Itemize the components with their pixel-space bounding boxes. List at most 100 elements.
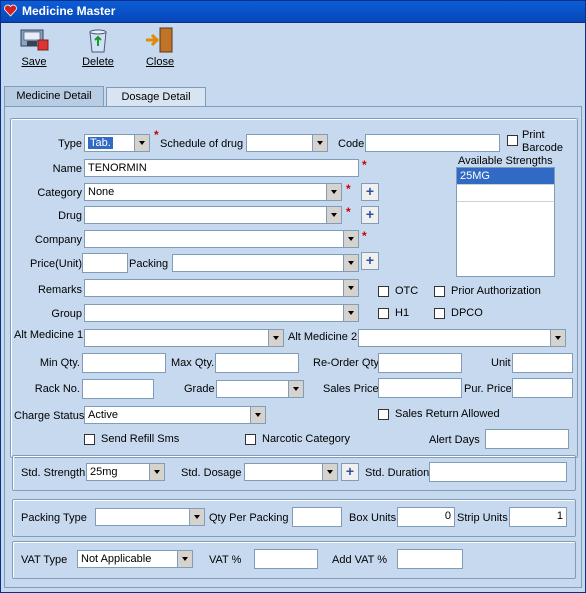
price-label: Price(Unit) bbox=[30, 258, 82, 270]
chevron-down-icon bbox=[550, 330, 565, 346]
charge-status-select[interactable]: Active bbox=[84, 406, 266, 424]
std-dosage-label: Std. Dosage bbox=[181, 467, 242, 479]
code-label: Code bbox=[338, 138, 365, 150]
close-label: Close bbox=[145, 56, 175, 68]
delete-button[interactable]: Delete bbox=[72, 26, 124, 74]
unit-input[interactable] bbox=[512, 353, 573, 373]
name-label: Name bbox=[52, 163, 82, 175]
alt-medicine2-select[interactable] bbox=[358, 329, 566, 347]
required-star: * bbox=[362, 158, 367, 172]
drug-select[interactable] bbox=[84, 206, 342, 224]
add-dosage-button[interactable]: + bbox=[341, 463, 359, 481]
print-barcode-label-line1: Print bbox=[522, 129, 545, 141]
chevron-down-icon bbox=[134, 135, 149, 151]
packing-select[interactable] bbox=[172, 254, 359, 272]
list-item[interactable]: 25MG bbox=[457, 168, 554, 184]
type-value: Tab. bbox=[88, 137, 113, 149]
type-select[interactable]: Tab. bbox=[84, 134, 150, 152]
window-title: Medicine Master bbox=[22, 4, 116, 18]
chevron-down-icon bbox=[322, 464, 337, 480]
save-button[interactable]: Save bbox=[8, 26, 60, 74]
min-qty-input[interactable] bbox=[82, 353, 166, 373]
category-value: None bbox=[88, 186, 115, 198]
available-strengths-label: Available Strengths bbox=[458, 155, 553, 167]
code-input[interactable] bbox=[365, 134, 500, 152]
alert-days-input[interactable] bbox=[485, 429, 569, 449]
vat-type-select[interactable]: Not Applicable bbox=[77, 550, 193, 568]
send-refill-sms-label: Send Refill Sms bbox=[101, 433, 180, 445]
required-star: * bbox=[346, 205, 351, 219]
list-item[interactable] bbox=[457, 184, 554, 202]
print-barcode-checkbox[interactable] bbox=[507, 135, 518, 146]
sales-price-input[interactable] bbox=[378, 378, 462, 398]
type-label: Type bbox=[58, 138, 82, 150]
tab-medicine-detail[interactable]: Medicine Detail bbox=[4, 86, 104, 108]
std-strength-select[interactable]: 25mg bbox=[86, 463, 165, 481]
vat-pct-input[interactable] bbox=[254, 549, 318, 569]
vat-type-value: Not Applicable bbox=[81, 553, 152, 565]
unit-label: Unit bbox=[491, 357, 511, 369]
alt-medicine1-label: Alt Medicine 1 bbox=[14, 329, 84, 341]
std-duration-label: Std. Duration bbox=[365, 467, 430, 479]
company-select[interactable] bbox=[84, 230, 359, 248]
exit-door-icon bbox=[146, 27, 173, 53]
add-category-button[interactable]: + bbox=[361, 183, 379, 201]
schedule-select[interactable] bbox=[246, 134, 328, 152]
reorder-qty-input[interactable] bbox=[378, 353, 462, 373]
otc-label: OTC bbox=[395, 285, 419, 297]
remarks-select[interactable] bbox=[84, 279, 359, 297]
app-heart-icon bbox=[4, 4, 17, 17]
price-input[interactable] bbox=[82, 253, 128, 273]
close-button[interactable]: Close bbox=[134, 26, 186, 74]
pur-price-input[interactable] bbox=[512, 378, 573, 398]
prior-authorization-checkbox[interactable] bbox=[434, 286, 445, 297]
delete-label: Delete bbox=[82, 56, 114, 68]
add-vat-pct-input[interactable] bbox=[397, 549, 463, 569]
strip-units-input[interactable]: 1 bbox=[509, 507, 567, 527]
rack-no-input[interactable] bbox=[82, 379, 154, 399]
required-star: * bbox=[154, 128, 159, 142]
charge-status-value: Active bbox=[88, 409, 118, 421]
dpco-checkbox[interactable] bbox=[434, 308, 445, 319]
chevron-down-icon bbox=[312, 135, 327, 151]
rack-no-label: Rack No. bbox=[34, 383, 80, 395]
drug-label: Drug bbox=[58, 210, 82, 222]
company-label: Company bbox=[34, 234, 82, 246]
std-duration-input[interactable] bbox=[429, 462, 567, 482]
otc-checkbox[interactable] bbox=[378, 286, 389, 297]
add-packing-button[interactable]: + bbox=[361, 252, 379, 270]
sales-return-allowed-checkbox[interactable] bbox=[378, 409, 389, 420]
alt-medicine1-select[interactable] bbox=[84, 329, 284, 347]
category-select[interactable]: None bbox=[84, 183, 342, 201]
required-star: * bbox=[362, 229, 367, 243]
vat-type-label: VAT Type bbox=[21, 554, 68, 566]
prior-authorization-label: Prior Authorization bbox=[451, 285, 541, 297]
packing-label: Packing bbox=[129, 258, 169, 270]
chevron-down-icon bbox=[343, 280, 358, 296]
chevron-down-icon bbox=[326, 184, 341, 200]
save-icon bbox=[20, 29, 49, 51]
chevron-down-icon bbox=[343, 255, 358, 271]
max-qty-input[interactable] bbox=[215, 353, 299, 373]
charge-status-label: Charge Status bbox=[14, 410, 85, 422]
category-label: Category bbox=[37, 187, 82, 199]
min-qty-label: Min Qty. bbox=[39, 357, 80, 369]
std-dosage-select[interactable] bbox=[244, 463, 338, 481]
h1-checkbox[interactable] bbox=[378, 308, 389, 319]
narcotic-category-checkbox[interactable] bbox=[245, 434, 256, 445]
required-star: * bbox=[346, 182, 351, 196]
packing-type-label: Packing Type bbox=[21, 512, 87, 524]
grade-select[interactable] bbox=[216, 380, 304, 398]
max-qty-label: Max Qty. bbox=[171, 357, 215, 369]
box-units-label: Box Units bbox=[349, 512, 397, 524]
tab-dosage-detail[interactable]: Dosage Detail bbox=[106, 87, 206, 107]
chevron-down-icon bbox=[149, 464, 164, 480]
name-input[interactable]: TENORMIN bbox=[84, 159, 359, 177]
add-drug-button[interactable]: + bbox=[361, 206, 379, 224]
qty-per-packing-input[interactable] bbox=[292, 507, 342, 527]
packing-type-select[interactable] bbox=[95, 508, 205, 526]
group-select[interactable] bbox=[84, 304, 359, 322]
send-refill-sms-checkbox[interactable] bbox=[84, 434, 95, 445]
box-units-input[interactable]: 0 bbox=[397, 507, 455, 527]
available-strengths-list[interactable]: 25MG bbox=[456, 167, 555, 277]
